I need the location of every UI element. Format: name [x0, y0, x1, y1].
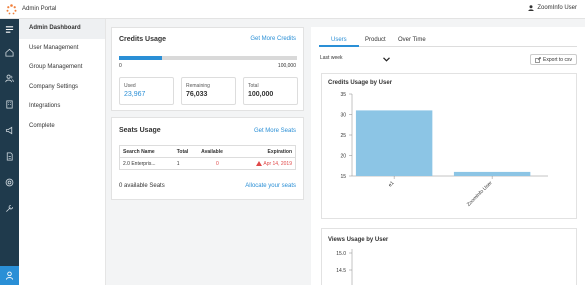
- chevron-down-icon: [383, 57, 390, 62]
- y-tick-label: 14.5: [336, 268, 346, 274]
- user-icon: [528, 5, 535, 11]
- wrench-icon: [6, 204, 14, 212]
- remaining-value: 76,033: [186, 91, 208, 98]
- get-more-seats-link[interactable]: Get More Seats: [254, 128, 296, 134]
- x-tick-label: ZoomInfo User: [466, 180, 494, 208]
- menu-item-admin-dashboard[interactable]: Admin Dashboard: [19, 19, 105, 39]
- warning-icon: [256, 160, 263, 166]
- rail-admin-button[interactable]: [0, 266, 19, 285]
- usage-tabs: Users Product Over Time: [319, 34, 577, 47]
- chart-title: Credits Usage by User: [328, 80, 393, 86]
- expiration-date: Apr 14, 2019: [263, 160, 292, 167]
- credits-progress-fill: [119, 56, 162, 60]
- y-tick-label: 20: [340, 154, 346, 160]
- credits-scale-max: 100,000: [277, 63, 296, 69]
- credits-by-user-chart-card: Credits Usage by User 15 20 25 30 35 e1 ZoomIn…: [321, 73, 577, 219]
- seats-usage-title: Seats Usage: [119, 127, 161, 134]
- rail-company-button[interactable]: [0, 95, 19, 114]
- rail-documents-button[interactable]: [0, 147, 19, 166]
- allocate-seats-link[interactable]: Allocate your seats: [245, 183, 296, 189]
- credits-progress-bar: [119, 56, 297, 60]
- tab-users[interactable]: Users: [331, 37, 347, 43]
- hamburger-icon: [5, 26, 14, 33]
- cell-total: 1: [176, 160, 180, 167]
- col-expiration: Expiration: [236, 145, 296, 158]
- brand-logo-icon: [6, 4, 17, 15]
- chart-title: Views Usage by User: [328, 237, 389, 243]
- total-label: Total: [248, 83, 259, 89]
- home-icon: [5, 48, 14, 57]
- target-icon: [5, 178, 14, 187]
- credits-scale-min: 0: [119, 63, 122, 69]
- available-seats-text: 0 available Seats: [119, 183, 165, 189]
- users-icon: [5, 74, 14, 83]
- menu-item-group-management[interactable]: Group Management: [19, 58, 105, 78]
- credits-usage-title: Credits Usage: [119, 36, 167, 43]
- y-tick-label: 35: [340, 92, 346, 98]
- cell-available: 0: [216, 160, 219, 167]
- icon-rail: [0, 19, 19, 285]
- y-tick-label: 15: [340, 174, 346, 180]
- menu-item-user-management[interactable]: User Management: [19, 39, 105, 59]
- rail-home-button[interactable]: [0, 43, 19, 62]
- menu-item-complete[interactable]: Complete: [19, 117, 105, 137]
- col-available: Available: [198, 145, 237, 158]
- used-label: Used: [124, 83, 136, 89]
- rail-tools-button[interactable]: [0, 199, 19, 218]
- seats-table-header: Search Name Total Available Expiration: [119, 145, 296, 158]
- seats-table: Search Name Total Available Expiration 2…: [119, 145, 296, 170]
- date-range-select[interactable]: Last week: [320, 55, 392, 65]
- export-label: Export to csv: [543, 56, 572, 63]
- rail-announcements-button[interactable]: [0, 121, 19, 140]
- side-menu: Admin Dashboard User Management Group Ma…: [19, 19, 106, 285]
- admin-user-icon: [5, 271, 14, 280]
- get-more-credits-link[interactable]: Get More Credits: [250, 36, 296, 42]
- export-csv-button[interactable]: Export to csv: [530, 54, 577, 65]
- views-by-user-chart: 15.0 14.5: [336, 249, 353, 285]
- document-icon: [6, 152, 13, 161]
- date-range-value: Last week: [320, 55, 343, 61]
- tab-product[interactable]: Product: [365, 37, 386, 43]
- seats-usage-card: Seats Usage Get More Seats Search Name T…: [111, 117, 304, 200]
- user-name: ZoomInfo User: [537, 5, 577, 11]
- export-icon: [535, 56, 541, 63]
- megaphone-icon: [5, 126, 13, 135]
- rail-targeting-button[interactable]: [0, 173, 19, 192]
- remaining-label: Remaining: [186, 83, 210, 89]
- app-title: Admin Portal: [22, 6, 57, 12]
- cell-expiration: Apr 14, 2019: [237, 158, 296, 170]
- credits-by-user-chart: 15 20 25 30 35 e1 ZoomInfo User: [340, 92, 548, 208]
- total-stat: Total 100,000: [243, 77, 298, 105]
- top-bar: Admin Portal ZoomInfo User: [0, 0, 585, 19]
- y-tick-label: 30: [340, 113, 346, 119]
- col-total: Total: [173, 145, 199, 158]
- cell-search-name: 2.0 Enterpris...: [123, 160, 156, 167]
- col-search-name: Search Name: [119, 145, 174, 158]
- y-tick-label: 15.0: [336, 251, 346, 257]
- active-tab-indicator: [319, 45, 359, 47]
- rail-users-button[interactable]: [0, 69, 19, 88]
- bar: [453, 171, 531, 176]
- used-value[interactable]: 23,967: [124, 91, 169, 98]
- tab-over-time[interactable]: Over Time: [398, 37, 426, 43]
- x-tick-label: e1: [387, 180, 395, 188]
- total-value: 100,000: [248, 91, 274, 98]
- table-row: 2.0 Enterpris... 1 0 Apr 14, 2019: [120, 158, 296, 170]
- credits-usage-card: Credits Usage Get More Credits 0 100,000…: [111, 27, 304, 111]
- menu-item-company-settings[interactable]: Company Settings: [19, 78, 105, 98]
- user-menu[interactable]: ZoomInfo User: [528, 5, 577, 11]
- menu-item-integrations[interactable]: Integrations: [19, 97, 105, 117]
- hamburger-menu-button[interactable]: [0, 20, 19, 39]
- bar: [355, 110, 433, 176]
- used-stat: Used 23,967: [119, 77, 174, 105]
- views-by-user-chart-card: Views Usage by User 15.0 14.5: [321, 228, 577, 285]
- building-icon: [6, 100, 13, 109]
- remaining-stat: Remaining 76,033: [181, 77, 236, 105]
- y-tick-label: 25: [340, 133, 346, 139]
